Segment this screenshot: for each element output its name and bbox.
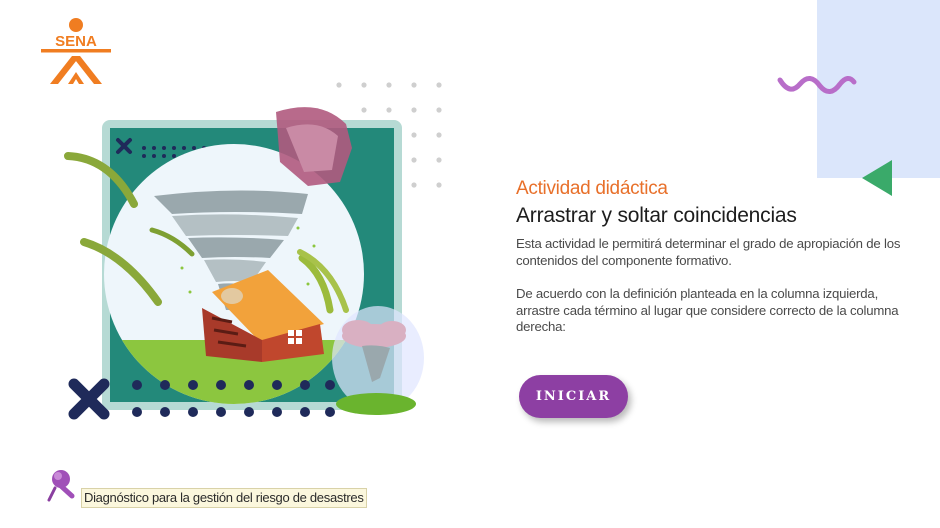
pushpin-icon — [46, 466, 78, 504]
activity-description: Esta actividad le permitirá determinar e… — [516, 236, 906, 353]
purple-wave-icon — [776, 70, 858, 100]
description-paragraph: Esta actividad le permitirá determinar e… — [516, 236, 901, 268]
green-triangle-icon — [860, 158, 894, 198]
sena-logo: SENA — [38, 16, 114, 86]
instructions-paragraph: De acuerdo con la definición planteada e… — [516, 286, 899, 334]
svg-text:SENA: SENA — [55, 33, 97, 50]
activity-subtitle: Actividad didáctica — [516, 178, 668, 199]
footer-course-label: Diagnóstico para la gestión del riesgo d… — [81, 488, 367, 508]
start-button[interactable]: INICIAR — [519, 375, 628, 418]
tornado-illustration — [62, 78, 452, 428]
page-title: Arrastrar y soltar coincidencias — [516, 204, 797, 227]
